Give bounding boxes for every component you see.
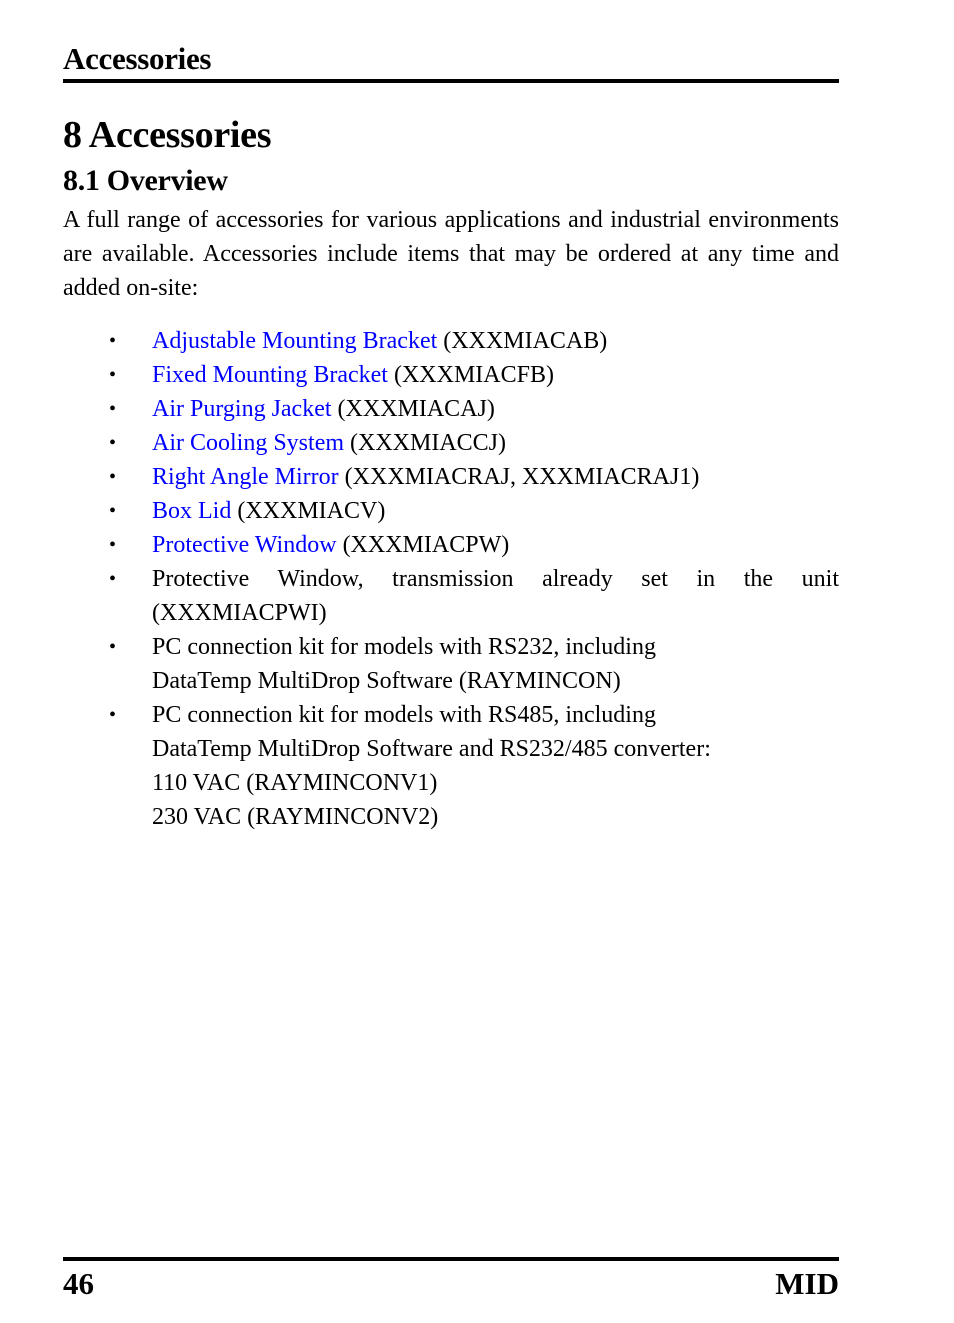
bullet-icon: • <box>109 534 117 556</box>
part-code: (XXXMIACPW) <box>336 532 510 558</box>
item-text-rs485-kit-230vac: 230 VAC (RAYMINCONV2) <box>152 804 439 830</box>
item-text-rs485-kit-110vac: 110 VAC (RAYMINCONV1) <box>152 770 438 796</box>
bullet-icon: • <box>109 704 117 726</box>
part-code: (XXXMIACCJ) <box>344 430 507 456</box>
bullet-icon: • <box>109 432 117 454</box>
list-item: • Air Cooling System (XXXMIACCJ) <box>63 426 839 460</box>
bullet-icon: • <box>109 500 117 522</box>
part-code: (XXXMIACAB) <box>437 328 608 354</box>
footer-rule <box>63 1257 839 1261</box>
list-item: • Protective Window (XXXMIACPW) <box>63 528 839 562</box>
link-fixed-mounting-bracket[interactable]: Fixed Mounting Bracket <box>152 362 388 388</box>
bullet-icon: • <box>109 398 117 420</box>
item-text-rs232-kit-line-2: DataTemp MultiDrop Software (RAYMINCON) <box>152 668 621 694</box>
list-item: • Adjustable Mounting Bracket (XXXMIACAB… <box>63 324 839 358</box>
link-right-angle-mirror[interactable]: Right Angle Mirror <box>152 464 339 490</box>
link-protective-window[interactable]: Protective Window <box>152 532 337 558</box>
bullet-icon: • <box>109 636 117 658</box>
bullet-icon: • <box>109 330 117 352</box>
part-code: (XXXMIACV) <box>231 498 386 524</box>
list-item: • Air Purging Jacket (XXXMIACAJ) <box>63 392 839 426</box>
accessory-list: • Adjustable Mounting Bracket (XXXMIACAB… <box>63 324 839 834</box>
link-box-lid[interactable]: Box Lid <box>152 498 231 524</box>
item-text-rs485-kit-line-2: DataTemp MultiDrop Software and RS232/48… <box>152 736 711 762</box>
link-adjustable-mounting-bracket[interactable]: Adjustable Mounting Bracket <box>152 328 437 354</box>
intro-paragraph: A full range of accessories for various … <box>63 207 839 301</box>
link-air-purging-jacket[interactable]: Air Purging Jacket <box>152 396 332 422</box>
item-text-rs232-kit-line-1: PC connection kit for models with RS232,… <box>152 634 656 660</box>
link-air-cooling-system[interactable]: Air Cooling System <box>152 430 344 456</box>
item-text-rs485-kit-line-1: PC connection kit for models with RS485,… <box>152 702 656 728</box>
list-item: • Right Angle Mirror (XXXMIACRAJ, XXXMIA… <box>63 460 839 494</box>
list-item: • Protective Window, transmission alread… <box>63 562 839 630</box>
running-header: Accessories <box>63 40 839 78</box>
header-rule <box>63 79 839 83</box>
part-code: (XXXMIACRAJ, XXXMIACRAJ1) <box>338 464 700 490</box>
list-item: • Box Lid (XXXMIACV) <box>63 494 839 528</box>
page-footer: 46 MID <box>63 1264 839 1304</box>
part-code: (XXXMIACFB) <box>387 362 554 388</box>
running-header-title: Accessories <box>63 41 212 76</box>
bullet-icon: • <box>109 568 117 590</box>
list-item: • PC connection kit for models with RS48… <box>63 698 839 834</box>
footer-product-name: MID <box>775 1266 839 1301</box>
list-item: • PC connection kit for models with RS23… <box>63 630 839 698</box>
item-text-protective-window-transmission: Protective Window, transmission already … <box>152 566 839 626</box>
part-code: (XXXMIACAJ) <box>331 396 495 422</box>
bullet-icon: • <box>109 466 117 488</box>
section-title: 8.1 Overview <box>63 164 228 197</box>
page-number: 46 <box>63 1266 94 1301</box>
list-item: • Fixed Mounting Bracket (XXXMIACFB) <box>63 358 839 392</box>
chapter-title: 8 Accessories <box>63 114 272 156</box>
bullet-icon: • <box>109 364 117 386</box>
